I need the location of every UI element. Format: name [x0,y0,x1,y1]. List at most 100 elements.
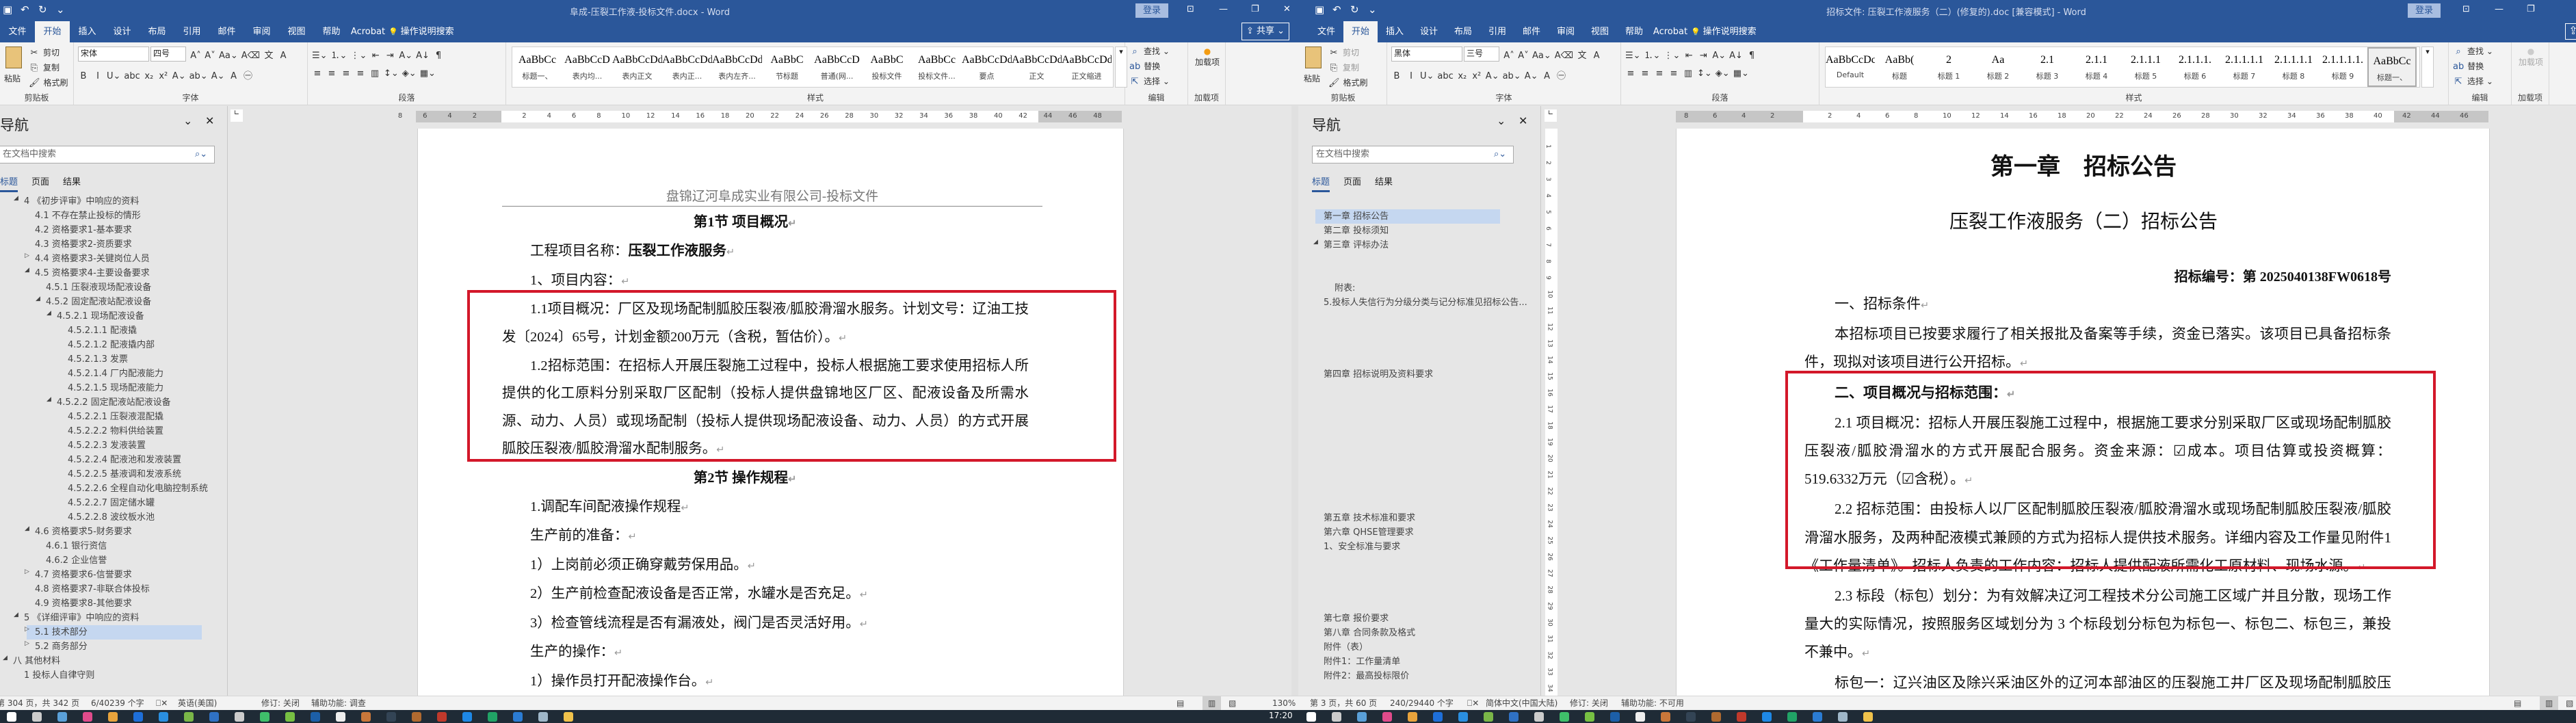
taskbar-app-icon[interactable] [1661,712,1670,722]
format-painter-button[interactable]: 🖌 格式刷 [1328,77,1368,88]
bullets-icon[interactable]: ☰⌄ [1625,51,1641,61]
tab-9[interactable]: 帮助 [314,21,349,42]
page-count[interactable]: 第 304 页，共 342 页 [0,696,79,710]
tab-4[interactable]: 布局 [1446,21,1480,42]
taskbar-app-icon[interactable] [462,712,472,722]
taskbar-app-icon[interactable] [235,712,244,722]
minimize-icon[interactable]: — [2495,4,2503,14]
style-item[interactable]: 2.1.1 标题 4 [2072,47,2121,87]
paste-button[interactable]: 粘贴 [1302,47,1326,89]
taskbar-app-icon[interactable] [437,712,447,722]
highlight-icon[interactable]: ab⌄ [1503,71,1521,81]
nav-heading-item[interactable]: 4.7 资格要求6-信誉要求 [35,568,132,582]
taskbar-app-icon[interactable] [1332,712,1341,722]
show-marks-icon[interactable]: ¶ [1746,51,1757,61]
increase-indent-icon[interactable]: ⇥ [1698,51,1709,61]
web-layout-icon[interactable]: ▧ [2566,696,2573,710]
nav-heading-item[interactable]: 4.5.2.2.2 物料供给装置 [68,424,163,438]
style-item[interactable]: AaBbCcDd 正文 [1012,47,1062,87]
nav-heading-item[interactable]: 4.9 资格要求8-其他要求 [35,596,132,611]
taskbar-app-icon[interactable] [1357,712,1367,722]
web-layout-icon[interactable]: ▧ [1228,696,1236,710]
taskbar-app-icon[interactable] [1458,712,1468,722]
align-left-icon[interactable]: ≡ [1625,68,1636,79]
proofing-icon[interactable]: ⎕✕ [1467,696,1479,710]
strikethrough-icon[interactable]: abc [124,71,140,81]
taskbar-app-icon[interactable] [133,712,143,722]
justify-icon[interactable]: ≡ [355,68,366,79]
nav-heading-item[interactable]: 4.2 资格要求1-基本要求 [35,223,132,237]
text-effects-icon[interactable]: A⌄ [172,71,186,81]
taskbar-app-icon[interactable] [7,712,16,722]
tab-stop-selector[interactable]: ∟ [1545,109,1557,122]
shading-icon[interactable]: ◈⌄ [1716,68,1730,79]
taskbar-app-icon[interactable] [1813,712,1822,722]
vertical-scrollbar[interactable] [1291,106,1298,696]
font-color-icon[interactable]: A⌄ [1525,71,1538,81]
taskbar-app-icon[interactable] [57,712,67,722]
close-icon[interactable]: ✕ [1283,4,1291,14]
nav-heading-item[interactable]: 第七章 报价要求 [1324,612,1389,626]
distributed-icon[interactable]: ▥ [369,68,380,79]
track-changes[interactable]: 修订: 关闭 [1570,696,1608,710]
nav-options-icon[interactable]: ⌄ [1497,114,1506,127]
nav-search-input[interactable]: 在文档中搜索 ⌕⌄ [1312,146,1514,163]
taskbar-app-icon[interactable] [32,712,42,722]
style-item[interactable]: AaBbCcDd 表内正... [662,47,712,87]
nav-heading-item[interactable]: 附件（表） [1324,640,1368,655]
proofing-icon[interactable]: ⎕✕ [156,696,168,710]
nav-tab-2[interactable]: 结果 [1375,174,1393,187]
numbering-icon[interactable]: ⒈⌄ [1644,48,1661,61]
expanded-triangle-icon[interactable]: ◢ [25,267,29,274]
style-item[interactable]: 2 标题 1 [1924,47,1973,87]
shrink-font-icon[interactable]: A˅ [1518,51,1529,61]
clear-formatting-icon[interactable]: A⌫ [1555,51,1573,61]
style-item[interactable]: 2.1 标题 3 [2023,47,2072,87]
language[interactable]: 简体中文(中国大陆) [1486,696,1558,710]
bold-icon[interactable]: B [1391,71,1402,81]
taskbar-app-icon[interactable] [488,712,497,722]
replace-button[interactable]: ab 替换 [1129,60,1160,72]
tab-stop-selector[interactable]: ∟ [231,109,243,122]
tab-10[interactable]: Acrobat [349,21,387,42]
taskbar-app-icon[interactable] [1534,712,1544,722]
clear-formatting-icon[interactable]: A⌫ [241,51,260,61]
nav-heading-item[interactable]: 八 其他材料 [13,654,60,668]
taskbar-app-icon[interactable] [108,712,118,722]
nav-heading-item[interactable]: 4.5 资格要求4-主要设备要求 [35,266,150,280]
distributed-icon[interactable]: ▥ [1683,68,1694,79]
multilevel-list-icon[interactable]: ⋮⌄ [350,51,367,61]
nav-heading-item[interactable]: 4.3 资格要求2-资质要求 [35,237,132,252]
strikethrough-icon[interactable]: abc [1437,71,1453,81]
page-count[interactable]: 第 3 页，共 60 页 [1310,696,1377,710]
tab-5[interactable]: 引用 [1480,21,1514,42]
style-item[interactable]: AaBbCc 投标文件... [912,47,962,87]
nav-heading-item[interactable]: 第二章 投标须知 [1324,224,1389,238]
nav-heading-item[interactable]: 5.投标人失信行为分级分类与记分标准见招标公告... [1324,295,1527,310]
expanded-triangle-icon[interactable]: ◢ [3,655,8,661]
ribbon-display-options-icon[interactable]: ⊡ [1187,4,1194,14]
find-button[interactable]: ⌕ 查找 ⌄ [1129,45,1170,57]
shrink-font-icon[interactable]: A˅ [205,51,215,61]
word-count[interactable]: 6/40239 个字 [91,696,144,710]
taskbar-app-icon[interactable] [1838,712,1848,722]
addins-button[interactable]: ● 加载项 [2519,47,2543,88]
font-size-select[interactable]: 四号 [150,47,186,62]
nav-heading-item[interactable]: 4.6 资格要求5-财务要求 [35,525,132,539]
taskbar-app-icon[interactable] [1863,712,1873,722]
taskbar-app-icon[interactable] [260,712,270,722]
bullets-icon[interactable]: ☰⌄ [312,51,328,61]
tab-8[interactable]: 视图 [279,21,314,42]
zoom-level[interactable]: 130% [1272,696,1296,710]
grow-font-icon[interactable]: A˄ [190,51,201,61]
taskbar-app-icon[interactable] [1737,712,1746,722]
superscript-icon[interactable]: x² [1471,71,1482,81]
collapsed-triangle-icon[interactable]: ▷ [25,568,29,575]
align-right-icon[interactable]: ≡ [1654,68,1665,79]
vertical-ruler[interactable]: 1 2 3 4 5 6 7 8 9 10 11 12 13 14 15 16 17 18 19 20 21 22 23 24 2… [1545,129,1558,696]
style-item[interactable]: AaBbCc 标题一、 [2367,47,2417,87]
nav-heading-item[interactable]: 4.5.2.1.3 发票 [68,352,128,367]
borders-icon[interactable]: ▦⌄ [1733,68,1749,79]
line-spacing-icon[interactable]: ↕⌄ [384,68,399,79]
restore-icon[interactable]: ❐ [2527,4,2535,14]
